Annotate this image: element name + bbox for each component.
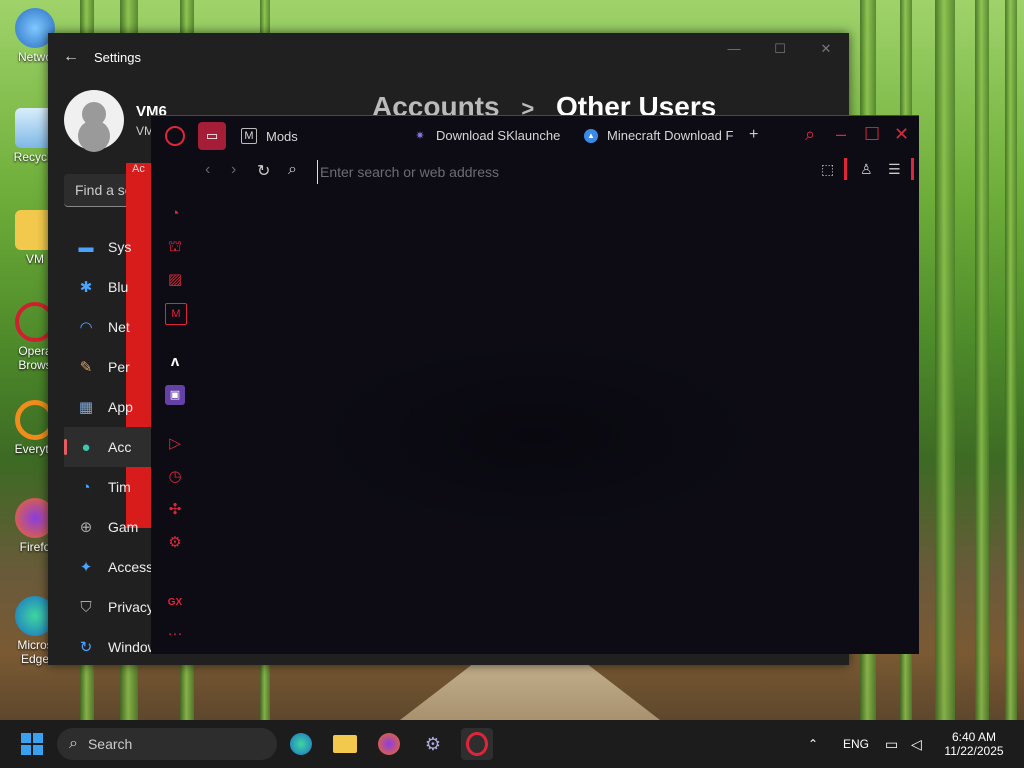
- settings-icon[interactable]: ⚙: [417, 728, 449, 760]
- reload-icon[interactable]: ↻: [257, 161, 270, 181]
- minimize-button[interactable]: —: [711, 33, 757, 65]
- address-input[interactable]: [317, 160, 802, 184]
- gamepad-icon: ▭: [205, 128, 219, 143]
- twitch-icon[interactable]: ▣: [165, 385, 185, 405]
- mods-sidebar-icon[interactable]: M: [165, 303, 187, 325]
- windows-start-icon[interactable]: [16, 728, 48, 760]
- search-icon: ⌕: [69, 735, 78, 752]
- opera-gx-window[interactable]: ▭ M Mods ✷ Download SKlaunche ▲ Minecraf…: [151, 115, 919, 654]
- apps-icon: ▦: [78, 399, 94, 416]
- system-icon: ▬: [78, 238, 94, 256]
- maximize-button[interactable]: ☐: [757, 33, 803, 65]
- network-icon[interactable]: ▭: [885, 720, 898, 768]
- clock-time: 6:40 AM: [951, 730, 997, 744]
- accessibility-icon: ✦: [79, 559, 93, 576]
- affinity-icon[interactable]: ᴧ: [165, 352, 185, 372]
- account-icon[interactable]: ♙: [860, 161, 873, 178]
- tray-chevron-icon[interactable]: ⌃: [808, 720, 818, 768]
- edge-icon[interactable]: [285, 728, 317, 760]
- settings-title: Settings: [94, 49, 141, 65]
- opera-gx-icon[interactable]: [461, 728, 493, 760]
- file-explorer-icon[interactable]: [329, 728, 361, 760]
- speed-dial-icon[interactable]: ◔: [165, 204, 185, 224]
- clock[interactable]: 6:40 AM 11/22/2025: [942, 720, 1006, 768]
- clock-globe-icon: ◔: [81, 478, 91, 496]
- gx-logo-icon[interactable]: GX: [165, 593, 185, 613]
- forward-icon[interactable]: ›: [231, 161, 236, 179]
- clock-date: 11/22/2025: [944, 744, 1004, 758]
- snapshot-icon[interactable]: ⬚: [821, 161, 834, 178]
- tab-search-icon[interactable]: ⌕: [805, 124, 815, 145]
- shield-icon: ⛉: [80, 598, 92, 616]
- back-arrow-icon[interactable]: ←: [48, 48, 94, 66]
- separator-bar: [911, 158, 914, 180]
- hot-tab-icon[interactable]: ▨: [165, 270, 185, 290]
- account-icon: ●: [81, 438, 91, 456]
- avatar: [64, 90, 124, 150]
- wifi-icon: ◠: [79, 319, 93, 336]
- new-tab-button[interactable]: +: [749, 126, 758, 144]
- gamepad-icon: ⊕: [79, 519, 93, 536]
- gx-control-button[interactable]: ▭: [198, 122, 226, 150]
- firefox-icon[interactable]: [373, 728, 405, 760]
- history-icon[interactable]: ◷: [165, 467, 185, 487]
- close-button[interactable]: ✕: [803, 33, 849, 65]
- language-indicator[interactable]: ENG: [843, 720, 869, 768]
- minecraft-icon: ▲: [584, 128, 598, 143]
- bluetooth-icon: ✱: [79, 279, 93, 296]
- minimize-button[interactable]: –: [836, 124, 846, 145]
- address-bar-row: ‹ › ↻ ⌕ ⬚ ♙ ☰: [151, 156, 919, 186]
- tab-mods[interactable]: M Mods: [241, 128, 298, 144]
- player-icon[interactable]: ▷: [165, 434, 185, 454]
- sklauncher-icon: ✷: [415, 130, 425, 142]
- settings-icon[interactable]: ⚙: [165, 533, 185, 553]
- close-button[interactable]: ✕: [894, 124, 909, 145]
- taskbar-search[interactable]: ⌕ Search: [57, 728, 277, 760]
- page-content: [301, 336, 771, 536]
- tab-download-sklauncher[interactable]: ✷ Download SKlaunche: [413, 128, 560, 143]
- search-icon: ⌕: [288, 161, 297, 178]
- settings-window-controls: — ☐ ✕: [711, 33, 849, 65]
- brush-icon: ✎: [79, 359, 93, 376]
- mods-icon: M: [241, 128, 257, 144]
- tab-minecraft-download[interactable]: ▲ Minecraft Download F: [584, 128, 733, 143]
- tab-bar: ▭ M Mods ✷ Download SKlaunche ▲ Minecraf…: [151, 116, 919, 156]
- more-icon[interactable]: ···: [165, 624, 185, 644]
- opera-logo-icon[interactable]: [165, 126, 185, 146]
- volume-mute-icon[interactable]: ◁: [911, 720, 922, 768]
- separator-bar: [844, 158, 847, 180]
- maximize-button[interactable]: ☐: [864, 124, 880, 145]
- back-icon[interactable]: ‹: [205, 161, 210, 179]
- easy-setup-icon[interactable]: ☰: [888, 161, 901, 178]
- extensions-icon[interactable]: ✣: [165, 500, 185, 520]
- gx-corner-icon[interactable]: ⛫: [165, 237, 185, 257]
- update-icon: ↻: [79, 639, 93, 656]
